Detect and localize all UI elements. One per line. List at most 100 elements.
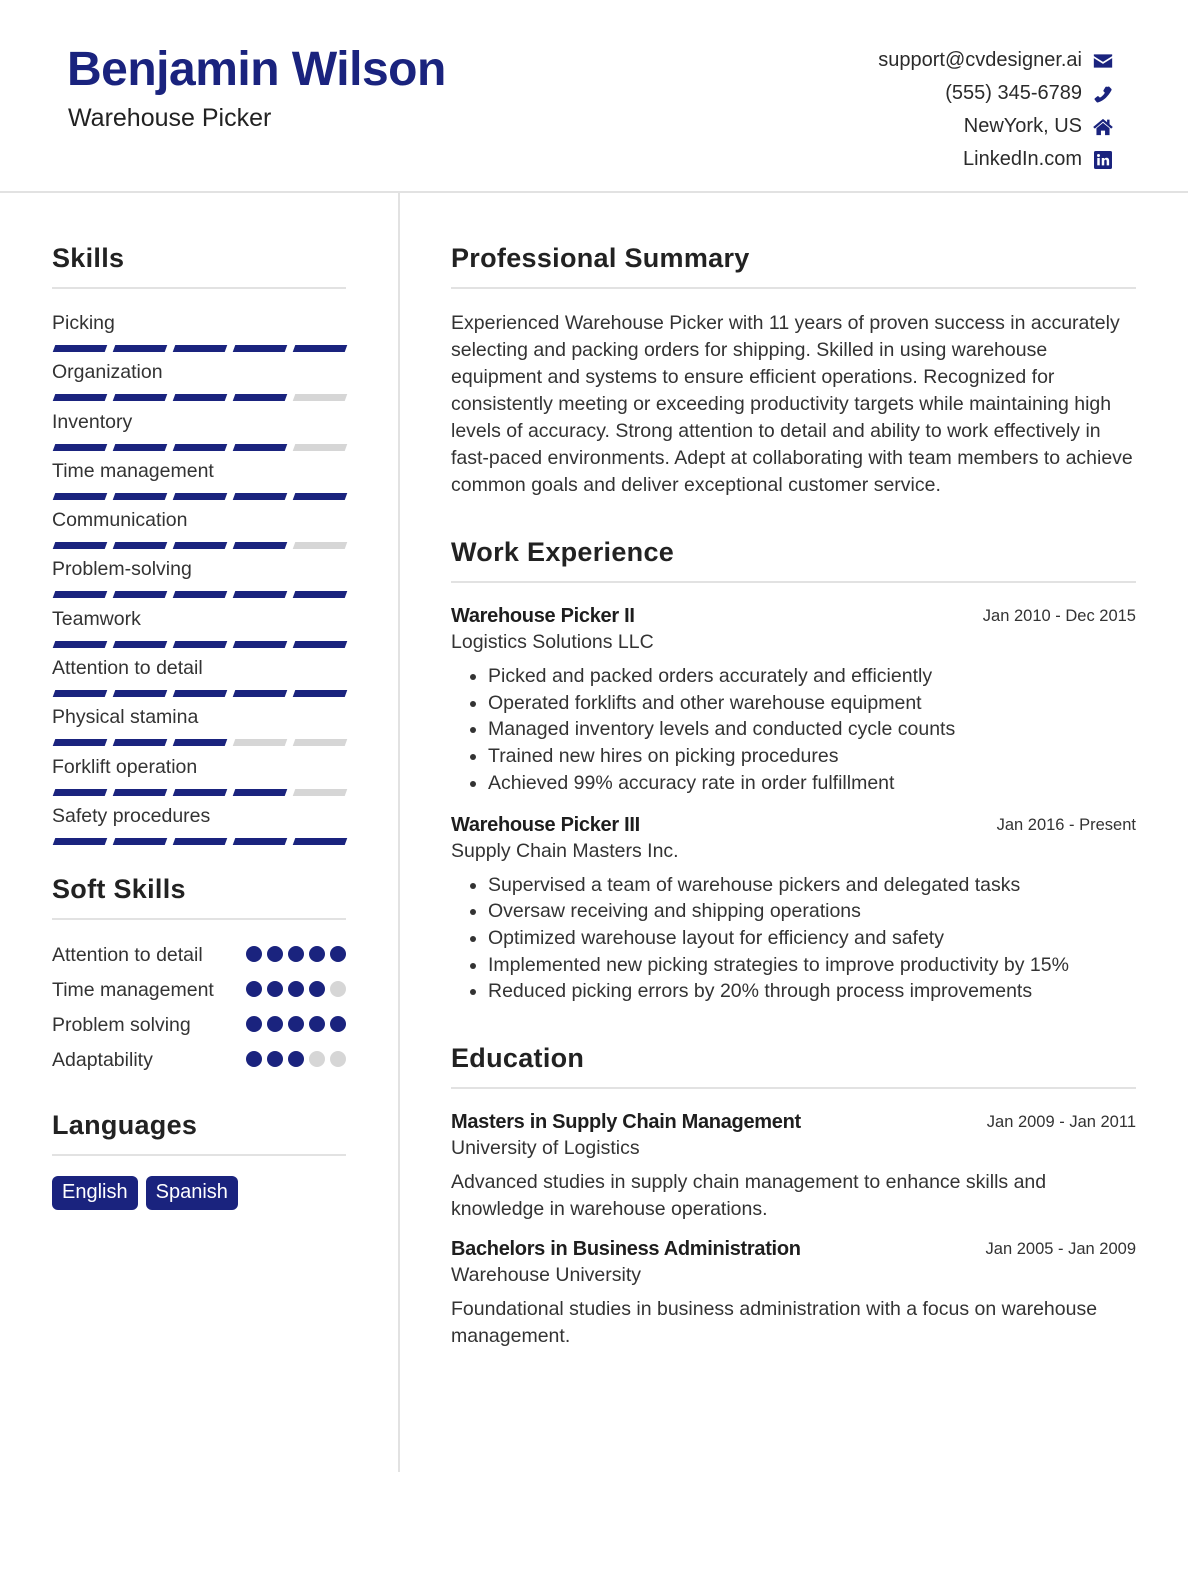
soft-skill-rating bbox=[246, 1016, 346, 1033]
left-column: Skills Picking Organization Inventory Time … bbox=[52, 243, 348, 1211]
education-header: Masters in Supply Chain Management Jan 20… bbox=[451, 1111, 1136, 1134]
skill-label: Picking bbox=[52, 312, 115, 334]
soft-skill-item: Problem solving bbox=[52, 1012, 346, 1038]
phone-icon bbox=[1092, 84, 1114, 104]
job-bullet: Achieved 99% accuracy rate in order fulf… bbox=[488, 770, 1136, 797]
skill-label: Teamwork bbox=[52, 607, 141, 630]
level-segment-filled bbox=[112, 345, 168, 352]
contact-phone[interactable]: (555) 345-6789 bbox=[878, 77, 1114, 110]
home-icon bbox=[1092, 117, 1114, 137]
level-segment-filled bbox=[52, 640, 108, 648]
skill-level-bar bbox=[52, 542, 348, 550]
language-badge: Spanish bbox=[145, 1176, 238, 1211]
level-segment-filled bbox=[112, 690, 168, 698]
skill-item: Organization bbox=[52, 360, 348, 409]
rating-dot-filled bbox=[309, 1016, 325, 1033]
rating-dot-empty bbox=[309, 1051, 325, 1068]
level-segment-filled bbox=[172, 591, 228, 599]
skill-item: Inventory bbox=[52, 410, 348, 459]
rating-dot-filled bbox=[246, 981, 262, 998]
experience-heading: Work Experience bbox=[451, 537, 1136, 583]
job-header: Warehouse Picker III Jan 2016 - Present bbox=[451, 814, 1136, 837]
rating-dot-filled bbox=[267, 1051, 283, 1068]
job-header: Warehouse Picker II Jan 2010 - Dec 2015 bbox=[451, 605, 1136, 628]
skill-item: Problem-solving bbox=[52, 557, 348, 606]
education-dates: Jan 2005 - Jan 2009 bbox=[985, 1240, 1136, 1259]
level-segment-filled bbox=[172, 394, 228, 402]
rating-dot-filled bbox=[246, 1051, 262, 1068]
contact-location-text: NewYork, US bbox=[963, 115, 1082, 137]
level-segment-filled bbox=[112, 591, 168, 599]
education-heading: Education bbox=[451, 1043, 1136, 1090]
skill-item: Picking bbox=[52, 311, 348, 360]
level-segment-filled bbox=[232, 640, 288, 648]
level-segment-filled bbox=[112, 542, 168, 550]
level-segment-filled bbox=[232, 345, 288, 352]
skill-label: Attention to detail bbox=[52, 657, 203, 680]
level-segment-filled bbox=[232, 788, 288, 796]
skills-list: Picking Organization Inventory Time managem… bbox=[52, 311, 348, 853]
education-school: University of Logistics bbox=[451, 1137, 640, 1160]
rating-dot-filled bbox=[246, 1016, 262, 1033]
level-segment-filled bbox=[292, 492, 348, 500]
level-segment-filled bbox=[112, 739, 168, 747]
contact-email[interactable]: support@cvdesigner.ai bbox=[878, 44, 1114, 77]
contact-linkedin[interactable]: LinkedIn.com bbox=[878, 143, 1114, 176]
skill-label: Problem-solving bbox=[52, 558, 192, 581]
resume-header: Benjamin Wilson Warehouse Picker support… bbox=[0, 0, 1188, 193]
education-school: Warehouse University bbox=[451, 1264, 642, 1287]
level-segment-filled bbox=[232, 690, 288, 698]
skill-level-bar bbox=[52, 640, 348, 648]
level-segment-filled bbox=[112, 492, 168, 500]
job-bullet: Picked and packed orders accurately and … bbox=[488, 663, 1136, 690]
job-dates: Jan 2016 - Present bbox=[996, 815, 1136, 834]
soft-skill-item: Attention to detail bbox=[52, 942, 346, 968]
level-segment-filled bbox=[172, 788, 228, 796]
level-segment-filled bbox=[172, 739, 228, 747]
level-segment-empty bbox=[292, 443, 348, 451]
level-segment-filled bbox=[172, 443, 228, 451]
soft-skill-item: Time management bbox=[52, 977, 346, 1003]
level-segment-empty bbox=[292, 542, 348, 550]
job-bullet: Managed inventory levels and conducted c… bbox=[488, 716, 1136, 743]
level-segment-filled bbox=[232, 542, 288, 550]
level-segment-filled bbox=[292, 690, 348, 698]
level-segment-empty bbox=[292, 739, 348, 747]
level-segment-filled bbox=[52, 542, 108, 550]
skill-item: Teamwork bbox=[52, 607, 348, 656]
skill-item: Physical stamina bbox=[52, 705, 348, 754]
education-list: Masters in Supply Chain Management Jan 20… bbox=[451, 1111, 1136, 1350]
skill-level-bar bbox=[52, 837, 348, 845]
level-segment-filled bbox=[172, 837, 228, 845]
level-segment-filled bbox=[232, 492, 288, 500]
soft-skills-heading: Soft Skills bbox=[52, 874, 346, 921]
contact-location: NewYork, US bbox=[878, 110, 1114, 143]
rating-dot-filled bbox=[246, 946, 262, 963]
rating-dot-filled bbox=[267, 946, 283, 963]
rating-dot-filled bbox=[309, 946, 325, 963]
skill-item: Communication bbox=[52, 508, 348, 557]
skill-level-bar bbox=[52, 591, 348, 599]
job-entry: Warehouse Picker II Jan 2010 - Dec 2015 Lo… bbox=[451, 605, 1136, 797]
level-segment-filled bbox=[172, 345, 228, 352]
job-bullet: Implemented new picking strategies to im… bbox=[488, 952, 1136, 979]
level-segment-filled bbox=[232, 591, 288, 599]
level-segment-filled bbox=[292, 591, 348, 599]
summary-text: Experienced Warehouse Picker with 11 yea… bbox=[451, 312, 1133, 496]
skill-label: Safety procedures bbox=[52, 804, 211, 827]
rating-dot-filled bbox=[288, 1051, 304, 1068]
rating-dot-filled bbox=[267, 981, 283, 998]
languages-heading: Languages bbox=[52, 1110, 346, 1157]
job-bullet: Optimized warehouse layout for efficienc… bbox=[488, 925, 1136, 952]
job-bullet: Operated forklifts and other warehouse e… bbox=[488, 690, 1136, 717]
job-bullet: Trained new hires on picking procedures bbox=[488, 743, 1136, 770]
soft-skill-label: Problem solving bbox=[52, 1014, 191, 1037]
level-segment-filled bbox=[112, 443, 168, 451]
education-degree: Masters in Supply Chain Management bbox=[451, 1111, 801, 1134]
candidate-name: Benjamin Wilson bbox=[67, 43, 446, 96]
level-segment-filled bbox=[172, 640, 228, 648]
level-segment-empty bbox=[292, 788, 348, 796]
level-segment-filled bbox=[292, 640, 348, 648]
soft-skill-rating bbox=[246, 1051, 346, 1068]
rating-dot-filled bbox=[267, 1016, 283, 1033]
